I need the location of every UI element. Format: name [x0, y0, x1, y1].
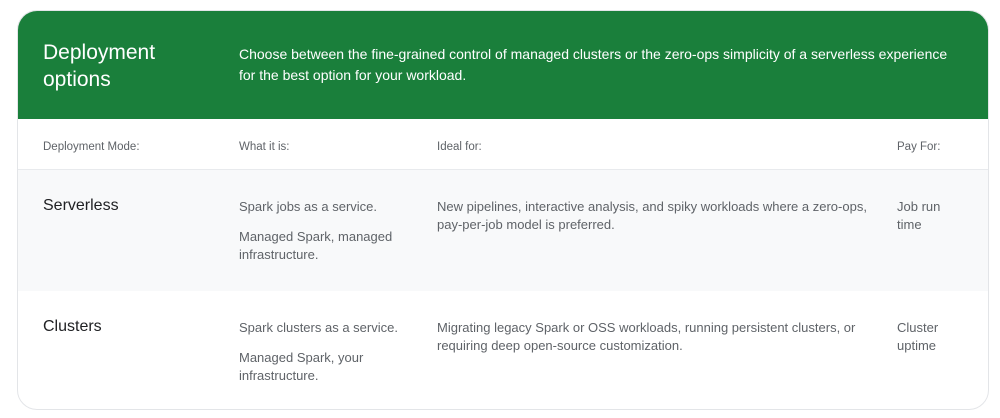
column-header-pay: Pay For:: [897, 141, 941, 153]
column-header-mode: Deployment Mode:: [43, 141, 140, 153]
page-title: Deployment options: [43, 41, 156, 91]
table-row: Serverless Spark jobs as a service. Manag…: [18, 170, 988, 291]
mode-name: Serverless: [43, 197, 119, 214]
pay-for: Cluster uptime: [897, 320, 939, 353]
what-line: Spark clusters as a service.: [239, 320, 398, 335]
header-description: Choose between the fine-grained control …: [239, 46, 948, 83]
what-line: Spark jobs as a service.: [239, 199, 378, 214]
table-row: Clusters Spark clusters as a service. Man…: [18, 291, 988, 409]
header-banner: Deployment options Choose between the fi…: [18, 11, 988, 119]
ideal-for: New pipelines, interactive analysis, and…: [437, 199, 867, 232]
mode-name: Clusters: [43, 318, 102, 335]
deployment-options-card: Deployment options Choose between the fi…: [17, 10, 989, 410]
what-it-is: Spark clusters as a service. Managed Spar…: [239, 319, 429, 385]
column-header-ideal: Ideal for:: [437, 141, 482, 153]
ideal-for: Migrating legacy Spark or OSS workloads,…: [437, 320, 856, 353]
what-line: Managed Spark, your infrastructure.: [239, 350, 364, 383]
what-line: Managed Spark, managed infrastructure.: [239, 229, 393, 262]
column-header-what: What it is:: [239, 141, 290, 153]
pay-for: Job run time: [897, 199, 941, 232]
what-it-is: Spark jobs as a service. Managed Spark, m…: [239, 198, 429, 264]
table-header: Deployment Mode: What it is: Ideal for: …: [18, 119, 988, 170]
